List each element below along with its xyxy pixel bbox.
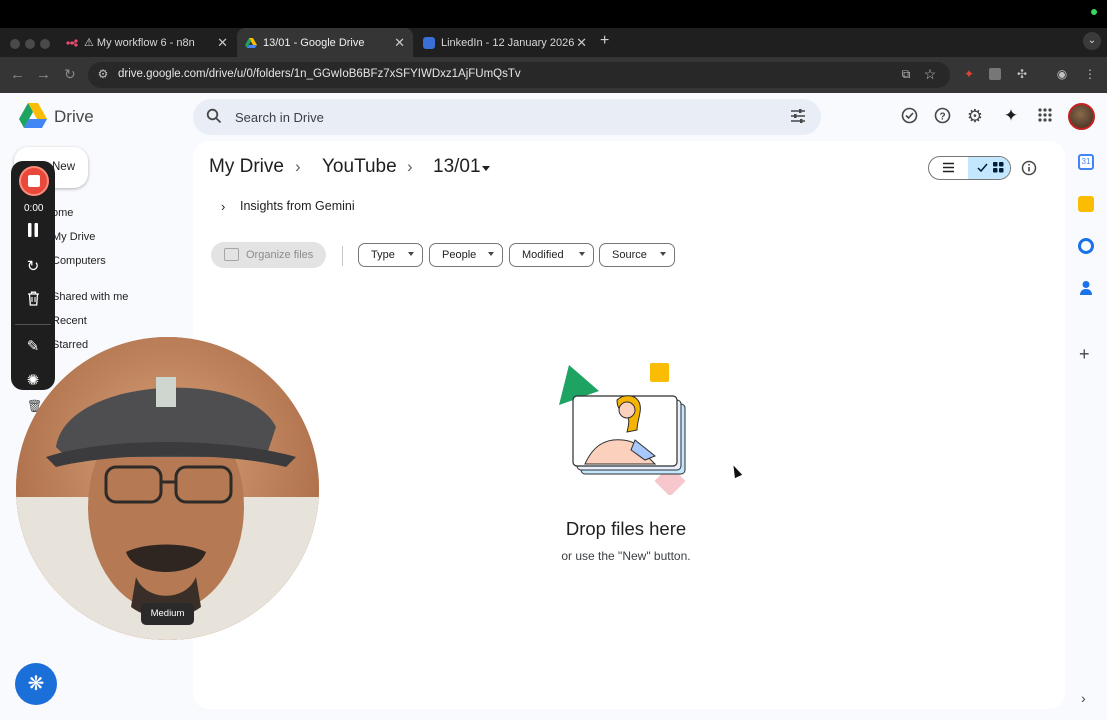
grid-view-icon[interactable] <box>977 161 1005 179</box>
caret-down-icon <box>579 252 585 256</box>
tune-icon[interactable] <box>789 108 807 126</box>
tasks-icon[interactable] <box>1078 238 1094 254</box>
contacts-icon[interactable] <box>1079 280 1093 300</box>
sparkle-icon: ❋ <box>27 673 45 695</box>
profile-icon[interactable]: ◉ <box>1055 67 1069 81</box>
restart-icon[interactable]: ↻ <box>22 256 44 278</box>
caret-down-icon <box>408 252 414 256</box>
reload-icon[interactable]: ↻ <box>64 66 76 83</box>
divider <box>342 246 343 266</box>
filter-type-label: Type <box>371 249 395 261</box>
new-tab-button[interactable]: + <box>600 32 609 50</box>
ready-offline-icon[interactable] <box>900 107 918 125</box>
chevron-right-icon: › <box>295 157 301 176</box>
close-tab-icon[interactable]: ✕ <box>217 35 228 51</box>
drive-logo-icon[interactable] <box>19 103 47 133</box>
window-close-control[interactable] <box>10 39 20 49</box>
tab-search-icon[interactable]: ⌄ <box>1083 32 1101 50</box>
close-tab-icon[interactable]: ✕ <box>394 35 405 51</box>
app-name[interactable]: Drive <box>54 107 94 127</box>
list-view-icon[interactable] <box>942 161 955 179</box>
folder-menu-caret-icon[interactable] <box>482 166 490 171</box>
filter-people[interactable]: People <box>429 243 503 267</box>
avatar[interactable] <box>1068 103 1095 130</box>
toolbar-divider <box>15 324 51 325</box>
back-arrow-icon[interactable]: ← <box>10 66 25 83</box>
sidebar-item-shared[interactable]: Shared with me <box>52 291 128 303</box>
breadcrumb-youtube[interactable]: YouTube <box>322 156 397 178</box>
empty-state-subtitle: or use the "New" button. <box>561 549 691 563</box>
webcam-overlay[interactable] <box>16 337 319 640</box>
side-panel-rail <box>1072 141 1107 720</box>
organize-files-label: Organize files <box>246 249 314 261</box>
linkedin-favicon-icon <box>423 36 435 49</box>
chevron-right-icon[interactable]: › <box>1081 690 1086 706</box>
search-icon[interactable] <box>205 108 223 126</box>
expand-chevron-icon[interactable]: › <box>221 199 225 214</box>
help-icon[interactable]: ? <box>933 107 951 125</box>
sidebar-item-starred[interactable]: Starred <box>52 339 88 351</box>
sidebar-item-computers[interactable]: Computers <box>52 255 106 267</box>
recording-timer: 0:00 <box>24 203 44 214</box>
tab-linkedin[interactable]: LinkedIn - 12 January 2026 ✕ <box>415 28 595 57</box>
forward-arrow-icon[interactable]: → <box>36 66 51 83</box>
extensions-puzzle-icon[interactable]: ✣ <box>1015 67 1029 81</box>
caret-down-icon <box>660 252 666 256</box>
effects-icon[interactable]: ✺ <box>22 370 44 392</box>
filter-type[interactable]: Type <box>358 243 423 267</box>
camera-indicator <box>1091 9 1097 15</box>
svg-text:?: ? <box>939 112 945 123</box>
install-app-icon[interactable]: ⧉ <box>899 67 913 81</box>
browser-menu-icon[interactable]: ⋮ <box>1083 67 1097 81</box>
filter-people-label: People <box>442 249 477 261</box>
new-button-label: New <box>52 161 76 173</box>
info-icon[interactable] <box>1021 160 1037 181</box>
sidebar-item-recent[interactable]: Recent <box>52 315 87 327</box>
window-zoom-control[interactable] <box>40 39 50 49</box>
empty-state-title: Drop files here <box>565 518 687 539</box>
site-settings-icon[interactable]: ⚙ <box>96 67 110 81</box>
organize-folder-icon <box>224 248 239 261</box>
webcam-face-image <box>16 337 319 640</box>
gemini-insights-toggle[interactable]: Insights from Gemini <box>240 199 355 213</box>
n8n-icon <box>66 37 78 49</box>
tab-title: ⚠ My workflow 6 - n8n <box>84 37 195 49</box>
google-drive-icon <box>245 37 257 49</box>
search-input[interactable]: Search in Drive <box>235 110 324 125</box>
sidebar-item-home[interactable]: ome <box>52 207 73 219</box>
window-minimize-control[interactable] <box>25 39 35 49</box>
webcam-size-tooltip: Medium <box>141 603 194 625</box>
pause-icon[interactable] <box>22 222 44 244</box>
settings-icon[interactable]: ⚙ <box>966 107 984 125</box>
filter-source[interactable]: Source <box>599 243 675 267</box>
empty-folder-illustration <box>555 360 700 500</box>
filter-source-label: Source <box>612 249 647 261</box>
stop-recording-button[interactable] <box>19 166 49 196</box>
caret-down-icon <box>488 252 494 256</box>
tab-title: 13/01 - Google Drive <box>263 36 365 49</box>
extension-icon[interactable]: ✦ <box>962 67 976 81</box>
filter-modified[interactable]: Modified <box>509 243 594 267</box>
close-tab-icon[interactable]: ✕ <box>576 35 587 51</box>
screen-top-bar <box>0 0 1107 28</box>
tab-title: LinkedIn - 12 January 2026 <box>441 36 575 49</box>
breadcrumb-my-drive[interactable]: My Drive <box>209 156 284 178</box>
gemini-icon[interactable]: ✦ <box>1002 107 1020 125</box>
chevron-right-icon: › <box>407 157 413 176</box>
extension-icon[interactable] <box>989 68 1001 80</box>
apps-icon[interactable] <box>1036 107 1054 125</box>
bookmark-star-icon[interactable]: ☆ <box>923 67 937 81</box>
delete-recording-icon[interactable] <box>22 291 44 313</box>
keep-icon[interactable] <box>1078 196 1094 212</box>
calendar-icon[interactable]: 31 <box>1078 154 1094 170</box>
pen-draw-icon[interactable]: ✎ <box>22 336 44 358</box>
tab-google-drive[interactable]: 13/01 - Google Drive ✕ <box>237 28 413 57</box>
filter-modified-label: Modified <box>522 249 564 261</box>
url-text[interactable]: drive.google.com/drive/u/0/folders/1n_GG… <box>118 68 521 80</box>
sidebar-item-my-drive[interactable]: My Drive <box>52 231 95 243</box>
plus-icon[interactable]: + <box>1079 344 1090 365</box>
assistant-fab[interactable]: ❋ <box>15 663 57 705</box>
breadcrumb-current-folder[interactable]: 13/01 <box>433 156 481 178</box>
tab-n8n[interactable]: ⚠ My workflow 6 - n8n ✕ <box>58 28 236 57</box>
